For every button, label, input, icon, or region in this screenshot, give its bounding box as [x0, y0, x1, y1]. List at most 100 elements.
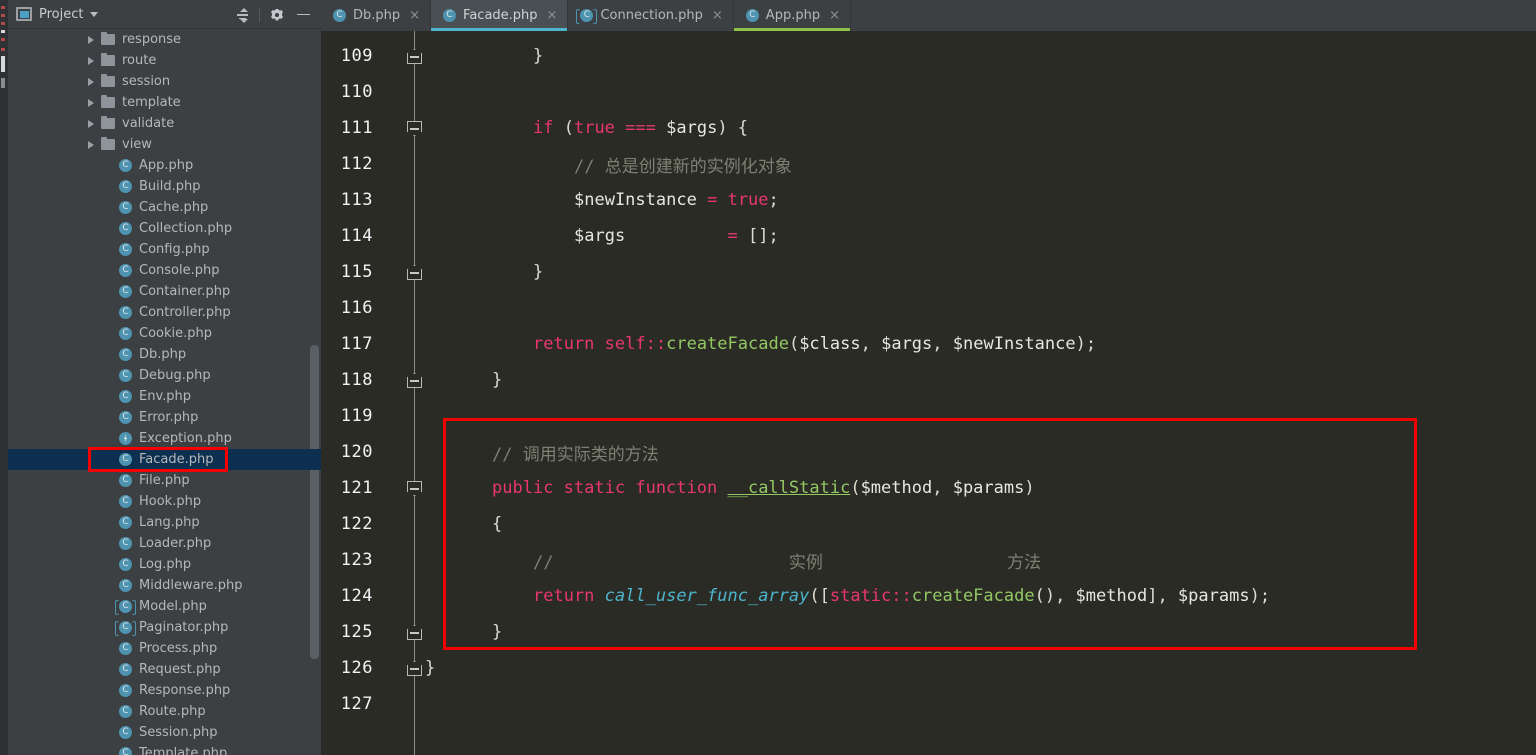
settings-button[interactable] — [264, 2, 290, 28]
line-number-value: 124 — [340, 586, 373, 606]
expand-arrow-icon[interactable] — [88, 77, 94, 86]
tree-item-model-php[interactable]: C Model.php — [8, 596, 321, 617]
tree-item-view[interactable]: view — [8, 134, 321, 155]
line-number: 118 — [321, 362, 415, 398]
tree-item-label: Loader.php — [139, 536, 212, 551]
tree-item-label: view — [122, 137, 152, 152]
tree-item-file-php[interactable]: C File.php — [8, 470, 321, 491]
code-text[interactable]: } if (true === $args) {// 总是创建新的实例化对象 $new… — [421, 31, 1536, 755]
tree-item-label: Hook.php — [139, 494, 202, 509]
tree-item-template[interactable]: template — [8, 92, 321, 113]
tree-item-facade-php[interactable]: C Facade.php — [8, 449, 321, 470]
code-line-124: return call_user_func_array([static:: cre… — [533, 578, 1270, 614]
code-line-112: // 总是创建新的实例化对象 — [574, 146, 792, 182]
tree-item-route-php[interactable]: C Route.php — [8, 701, 321, 722]
php-class-icon: C — [119, 705, 132, 718]
line-number-value: 116 — [340, 298, 373, 318]
chevron-down-icon[interactable] — [90, 11, 99, 17]
tree-item-response[interactable]: response — [8, 29, 321, 50]
code-token: $newInstance — [574, 190, 697, 210]
expand-arrow-icon[interactable] — [88, 35, 94, 44]
fold-toggle-115[interactable] — [407, 265, 422, 280]
fold-toggle-118[interactable] — [407, 373, 422, 388]
code-token: return — [533, 334, 595, 354]
tree-item-template-php[interactable]: C Template.php — [8, 743, 321, 755]
php-class-icon: C — [119, 159, 132, 172]
editor-tab-connection-php[interactable]: C Connection.php × — [568, 0, 734, 31]
expand-arrow-icon[interactable] — [88, 98, 94, 107]
tree-item-db-php[interactable]: C Db.php — [8, 344, 321, 365]
tree-item-collection-php[interactable]: C Collection.php — [8, 218, 321, 239]
tree-item-debug-php[interactable]: C Debug.php — [8, 365, 321, 386]
editor-tab-db-php[interactable]: C Db.php × — [321, 0, 432, 31]
fold-toggle-109[interactable] — [407, 49, 422, 64]
php-abstract-class-icon: C — [115, 621, 136, 636]
collapse-all-button[interactable] — [229, 2, 255, 28]
minus-icon — [296, 13, 310, 16]
tree-item-cache-php[interactable]: C Cache.php — [8, 197, 321, 218]
tree-item-controller-php[interactable]: C Controller.php — [8, 302, 321, 323]
tree-item-label: Response.php — [139, 683, 231, 698]
expand-arrow-icon[interactable] — [88, 119, 94, 128]
tree-item-console-php[interactable]: C Console.php — [8, 260, 321, 281]
tree-item-label: Template.php — [139, 746, 228, 755]
fold-minus-icon — [410, 380, 419, 382]
tree-item-config-php[interactable]: C Config.php — [8, 239, 321, 260]
tree-item-cookie-php[interactable]: C Cookie.php — [8, 323, 321, 344]
tree-item-error-php[interactable]: C Error.php — [8, 407, 321, 428]
tree-item-env-php[interactable]: C Env.php — [8, 386, 321, 407]
tree-item-log-php[interactable]: C Log.php — [8, 554, 321, 575]
tree-item-session-php[interactable]: C Session.php — [8, 722, 321, 743]
line-number: 117 — [321, 326, 415, 362]
fold-toggle-125[interactable] — [407, 625, 422, 640]
close-icon[interactable]: × — [712, 9, 723, 22]
tree-item-loader-php[interactable]: C Loader.php — [8, 533, 321, 554]
php-class-icon: C — [443, 9, 457, 22]
tree-item-paginator-php[interactable]: C Paginator.php — [8, 617, 321, 638]
code-token: true — [727, 190, 769, 210]
tree-item-lang-php[interactable]: C Lang.php — [8, 512, 321, 533]
tree-item-response-php[interactable]: C Response.php — [8, 680, 321, 701]
project-panel-header: Project — [8, 0, 321, 29]
tree-item-app-php[interactable]: C App.php — [8, 155, 321, 176]
tree-item-hook-php[interactable]: C Hook.php — [8, 491, 321, 512]
php-class-icon: C — [119, 642, 132, 655]
code-token: = — [727, 226, 738, 246]
fold-toggle-111[interactable] — [407, 121, 422, 136]
gear-icon — [270, 8, 284, 22]
line-number: 120 — [321, 434, 415, 470]
code-token: :: — [645, 334, 667, 354]
tree-item-container-php[interactable]: C Container.php — [8, 281, 321, 302]
tree-item-validate[interactable]: validate — [8, 113, 321, 134]
editor-tab-bar[interactable]: C Db.php × C Facade.php × C Connection.php × C App… — [321, 0, 1536, 31]
editor-tab-app-php[interactable]: C App.php × — [733, 0, 851, 31]
tree-item-exception-php[interactable]: Exception.php — [8, 428, 321, 449]
editor-tab-facade-php[interactable]: C Facade.php × — [431, 0, 569, 31]
line-number-value: 127 — [340, 694, 373, 714]
tree-item-request-php[interactable]: C Request.php — [8, 659, 321, 680]
line-number-gutter[interactable]: 109 110 111 112 113 114 115 116 117 118 119 120 121 1… — [321, 31, 415, 755]
close-icon[interactable]: × — [409, 9, 420, 22]
project-file-tree[interactable]: response route session template validate view… — [8, 29, 321, 755]
close-icon[interactable]: × — [547, 9, 558, 22]
tree-item-route[interactable]: route — [8, 50, 321, 71]
hide-panel-button[interactable] — [290, 2, 316, 28]
tree-item-label: Log.php — [139, 557, 192, 572]
left-tool-strip[interactable] — [0, 0, 8, 755]
collapse-all-icon — [236, 8, 249, 23]
close-icon[interactable]: × — [829, 9, 840, 22]
code-editor[interactable]: 109 110 111 112 113 114 115 116 117 118 119 120 121 1… — [321, 31, 1536, 755]
fold-toggle-121[interactable] — [407, 481, 422, 496]
fold-toggle-126[interactable] — [407, 661, 422, 676]
expand-arrow-icon[interactable] — [88, 140, 94, 149]
expand-arrow-icon[interactable] — [88, 56, 94, 65]
php-class-icon: C — [119, 747, 132, 755]
tree-item-session[interactable]: session — [8, 71, 321, 92]
tree-item-middleware-php[interactable]: C Middleware.php — [8, 575, 321, 596]
code-token: { — [492, 514, 503, 534]
tree-item-build-php[interactable]: C Build.php — [8, 176, 321, 197]
tree-item-process-php[interactable]: C Process.php — [8, 638, 321, 659]
